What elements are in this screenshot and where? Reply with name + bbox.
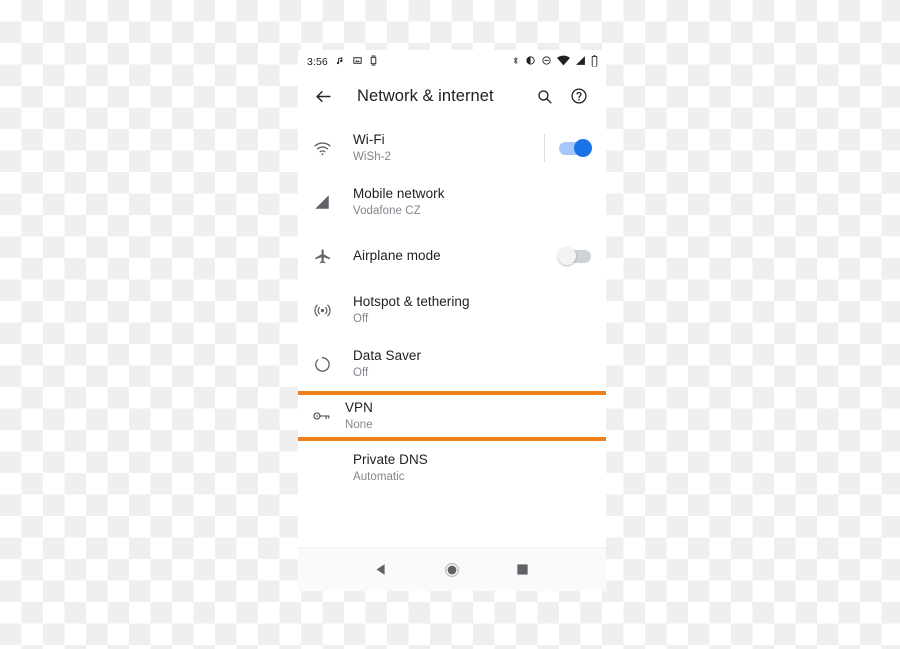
list-item-subtitle: Automatic [353,470,405,483]
nav-recents-icon[interactable] [508,555,538,585]
status-bar-left-icons [335,55,378,69]
list-item-title: Data Saver [353,347,422,363]
list-item-text: Airplane mode [346,247,529,265]
wifi-toggle[interactable] [559,138,592,157]
battery-icon [591,54,598,70]
wifi-icon [557,55,570,69]
phone-screen: 3:56 Network & internet Wi-Fi WiSh-2 Mob… [298,50,606,591]
screenshot-icon [352,55,363,69]
list-item-trailing [529,246,594,265]
toolbar: Network & internet [298,74,606,118]
key-icon [298,406,344,426]
list-item-subtitle: Vodafone CZ [353,204,421,217]
list-item-text: VPN None [344,399,529,433]
back-arrow-icon[interactable] [310,83,336,109]
list-item-subtitle: WiSh-2 [353,150,392,163]
list-item-text: Wi-Fi WiSh-2 [346,131,529,165]
airplane-mode-toggle[interactable] [558,246,591,265]
hotspot-icon [298,301,346,320]
cellular-signal-icon [298,193,346,211]
status-bar-right-icons [511,54,598,70]
list-item-private-dns[interactable]: Private DNS Automatic [298,441,606,495]
do-not-disturb-icon [541,55,552,69]
list-item-title: Mobile network [353,185,445,201]
vertical-divider [544,134,545,162]
nav-home-icon[interactable] [437,555,467,585]
music-note-icon [335,55,346,69]
wifi-icon [298,139,346,158]
list-item-vpn[interactable]: VPN None [298,391,606,441]
help-icon[interactable] [566,83,592,109]
list-item-trailing [529,134,594,162]
status-bar: 3:56 [298,50,606,74]
search-icon[interactable] [531,83,557,109]
settings-list: Wi-Fi WiSh-2 Mobile network Vodafone CZ [298,118,606,495]
list-item-subtitle: None [345,418,373,431]
list-item-mobile-network[interactable]: Mobile network Vodafone CZ [298,175,606,229]
list-item-subtitle: Off [353,312,369,325]
toggle-knob [574,138,592,157]
list-item-wifi[interactable]: Wi-Fi WiSh-2 [298,121,606,175]
list-item-text: Private DNS Automatic [346,451,529,485]
list-item-hotspot-tethering[interactable]: Hotspot & tethering Off [298,283,606,337]
list-item-text: Hotspot & tethering Off [346,293,529,327]
list-item-text: Data Saver Off [346,347,529,381]
page-title: Network & internet [357,86,494,105]
list-item-title: Airplane mode [353,248,441,264]
list-item-data-saver[interactable]: Data Saver Off [298,337,606,391]
list-item-subtitle: Off [353,366,369,379]
list-item-text: Mobile network Vodafone CZ [346,185,529,219]
list-item-title: Hotspot & tethering [353,293,470,309]
nav-back-icon[interactable] [366,555,396,585]
data-saver-icon [298,355,346,374]
status-bar-clock: 3:56 [307,55,328,68]
bluetooth-icon [511,55,520,70]
toggle-knob [558,246,576,265]
list-item-title: VPN [345,399,373,415]
list-item-title: Wi-Fi [353,131,385,147]
list-item-airplane-mode[interactable]: Airplane mode [298,229,606,283]
cellular-signal-icon [575,55,586,69]
vibrate-icon [525,55,536,69]
navigation-bar [298,547,606,591]
airplane-icon [298,247,346,266]
list-item-title: Private DNS [353,451,428,467]
wear-watch-icon [369,55,378,69]
